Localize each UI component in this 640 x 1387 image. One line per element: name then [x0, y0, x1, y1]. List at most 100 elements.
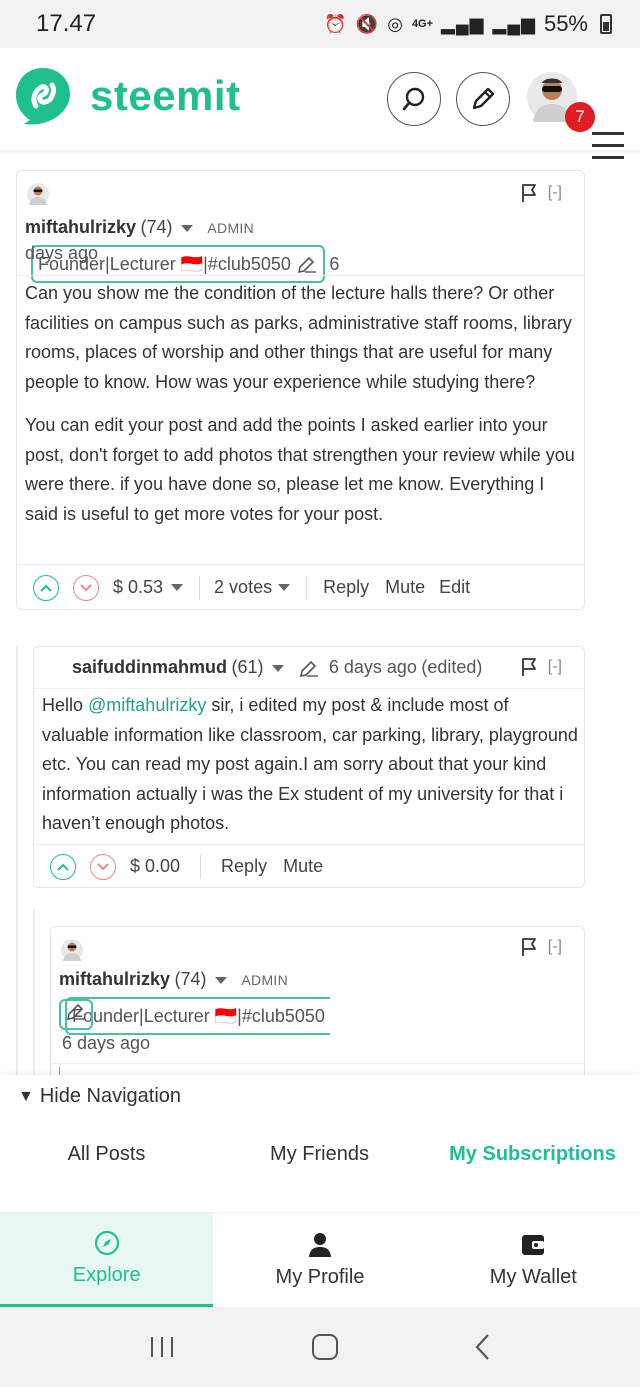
comment-tools: [-] [520, 937, 562, 957]
recent-apps-icon[interactable] [147, 1334, 177, 1360]
tab-my-wallet-label: My Wallet [489, 1265, 577, 1288]
comment-author[interactable]: saifuddinmahmud [72, 657, 227, 677]
status-icons: ⏰ 🔇 ◎ 4G+ ▂▄▆ ▂▄▆ 55% [324, 11, 612, 37]
mute-button[interactable]: Mute [283, 856, 323, 877]
search-icon [402, 87, 425, 111]
avatar[interactable] [61, 939, 83, 961]
tab-my-wallet[interactable]: My Wallet [427, 1213, 640, 1307]
system-navigation-bar [0, 1307, 640, 1387]
author-reputation: (61) [231, 657, 264, 677]
reply-button[interactable]: Reply [221, 856, 267, 877]
chevron-down-icon [97, 862, 109, 870]
mute-button[interactable]: Mute [385, 577, 425, 598]
hide-navigation-label: Hide Navigation [39, 1085, 182, 1107]
upvote-button[interactable] [50, 853, 76, 880]
hide-navigation-toggle[interactable]: ▼ Hide Navigation [18, 1085, 181, 1108]
tab-explore-label: Explore [72, 1264, 141, 1286]
flag-icon[interactable] [520, 937, 538, 957]
comment-text: Hello [42, 695, 89, 715]
collapse-button[interactable]: [-] [548, 938, 562, 956]
downvote-button[interactable] [73, 574, 99, 601]
pencil-icon [66, 1003, 85, 1021]
tab-all-posts[interactable]: All Posts [0, 1143, 213, 1166]
upvote-button[interactable] [33, 574, 59, 601]
home-icon[interactable] [310, 1332, 340, 1362]
tab-my-profile-label: My Profile [275, 1265, 365, 1288]
divider [200, 854, 202, 879]
role-label: ADMIN [241, 972, 289, 988]
payout-value[interactable]: $ 0.53 [113, 577, 163, 598]
divider [51, 1063, 584, 1064]
menu-icon-bar [592, 132, 624, 135]
badge-pencil [59, 999, 93, 1030]
chevron-down-icon[interactable] [180, 225, 193, 233]
comment-card: [-] miftahulrizky (74) ADMIN Founder|Lec… [50, 926, 585, 1075]
notification-badge[interactable]: 7 [565, 102, 595, 132]
text-cursor [59, 1067, 60, 1075]
chevron-down-icon[interactable] [214, 977, 227, 985]
comment-time-cont[interactable]: days ago [25, 243, 98, 264]
tab-my-profile[interactable]: My Profile [213, 1213, 426, 1307]
feed-tabs: All Posts My Friends My Subscriptions [0, 1143, 640, 1166]
chevron-up-icon [57, 863, 69, 871]
divider [199, 575, 201, 600]
avatar[interactable] [27, 183, 49, 205]
wallet-icon [522, 1234, 545, 1255]
battery-level: 55% [543, 11, 588, 36]
author-reputation: (74) [174, 969, 207, 989]
comment-time[interactable]: 6 [329, 254, 339, 274]
battery-icon [600, 14, 612, 34]
collapse-button[interactable]: [-] [548, 658, 562, 676]
payout-dropdown[interactable] [171, 584, 184, 591]
comment-header: miftahulrizky (74) ADMIN Founder|Lecture… [59, 963, 559, 1035]
role-label: ADMIN [207, 220, 255, 236]
collapse-button[interactable]: [-] [548, 184, 562, 202]
menu-icon-bar [592, 156, 624, 159]
reply-button[interactable]: Reply [323, 577, 369, 598]
status-time: 17.47 [36, 10, 97, 37]
divider [34, 688, 584, 689]
comment-actions: $ 0.00 Reply Mute [34, 844, 584, 888]
votes-dropdown[interactable] [278, 584, 291, 591]
flag-icon[interactable] [520, 657, 538, 677]
signal-icon-2: ▂▄▆ [492, 13, 536, 34]
compass-icon [94, 1230, 119, 1256]
comment-header: saifuddinmahmud (61) 6 days ago (edited) [72, 653, 482, 683]
comment-paragraph: You can edit your post and add the point… [25, 415, 575, 524]
comment-tools: [-] [520, 183, 562, 203]
person-icon [308, 1232, 331, 1257]
bottom-navigation: ▼ Hide Navigation All Posts My Friends M… [0, 1075, 640, 1307]
back-icon[interactable] [473, 1332, 493, 1362]
downvote-button[interactable] [90, 853, 116, 880]
network-type: 4G+ [411, 18, 434, 30]
status-bar: 17.47 ⏰ 🔇 ◎ 4G+ ▂▄▆ ▂▄▆ 55% [0, 0, 640, 48]
payout-value[interactable]: $ 0.00 [130, 856, 180, 877]
mute-icon: 🔇 [355, 13, 380, 34]
comment-time[interactable]: 6 days ago [329, 657, 417, 677]
author-badge: Founder|Lecturer 🇮🇩|#club5050 [65, 997, 330, 1035]
tab-explore[interactable]: Explore [0, 1213, 214, 1307]
mention-link[interactable]: @miftahulrizky [88, 695, 206, 715]
comment-paragraph: Can you show me the condition of the lec… [25, 283, 572, 392]
chevron-down-icon[interactable] [271, 665, 284, 673]
comment-actions: $ 0.53 2 votes Reply Mute Edit [17, 564, 584, 610]
pencil-icon [297, 257, 316, 274]
comments-area[interactable]: [-] miftahulrizky (74) ADMIN Founder|Lec… [0, 150, 640, 1075]
edited-label: (edited) [421, 657, 483, 677]
edit-button[interactable]: Edit [439, 577, 470, 598]
tab-my-friends[interactable]: My Friends [213, 1143, 426, 1166]
steemit-logo[interactable]: steemit [14, 66, 241, 126]
comment-author[interactable]: miftahulrizky [59, 969, 170, 989]
main-tabs: Explore My Profile My Wallet [0, 1212, 640, 1307]
create-post-button[interactable] [456, 72, 510, 126]
flag-icon[interactable] [520, 183, 538, 203]
comment-card: saifuddinmahmud (61) 6 days ago (edited)… [33, 646, 585, 888]
comment-tools: [-] [520, 657, 562, 677]
search-button[interactable] [387, 72, 441, 126]
menu-button[interactable] [592, 132, 624, 159]
tab-my-subscriptions[interactable]: My Subscriptions [426, 1143, 639, 1166]
comment-author[interactable]: miftahulrizky [25, 217, 136, 237]
signal-icon: ▂▄▆ [441, 13, 485, 34]
votes-count[interactable]: 2 votes [214, 577, 272, 598]
comment-time[interactable]: 6 days ago [62, 1031, 150, 1055]
